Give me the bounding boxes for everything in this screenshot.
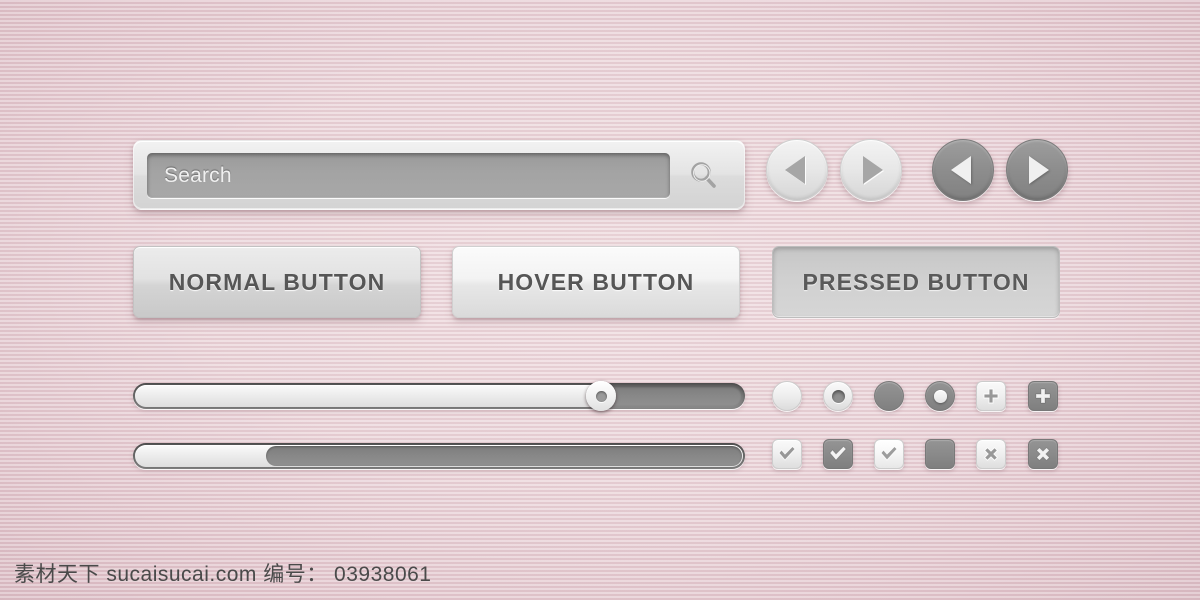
plus-square	[976, 381, 1006, 411]
radio-unchecked-light[interactable]	[772, 381, 802, 411]
nav-button-next-light[interactable]	[840, 139, 902, 201]
search-bar[interactable]: Search	[133, 140, 745, 210]
slider-with-knob[interactable]	[133, 381, 745, 411]
slider-remainder	[603, 386, 742, 406]
nav-button-prev-dark[interactable]	[932, 139, 994, 201]
radio-unchecked-dark[interactable]	[874, 381, 904, 411]
checkbox-checked-hover[interactable]	[874, 439, 904, 469]
cross-icon	[983, 446, 999, 462]
radio-circle	[874, 381, 904, 411]
plus-button-dark[interactable]	[1028, 381, 1058, 411]
slider-fill	[135, 385, 601, 407]
radio-dot-icon	[831, 389, 845, 403]
radio-circle	[772, 381, 802, 411]
check-icon	[778, 445, 796, 461]
radio-circle	[823, 381, 853, 411]
checkbox-square	[823, 439, 853, 469]
check-icon	[829, 445, 847, 461]
cross-icon	[1035, 446, 1051, 462]
triangle-right-icon	[1029, 156, 1049, 184]
search-icon-glyph	[691, 162, 716, 188]
ui-kit-canvas: Search NORMAL BUTTON HOVER BUTTON PRESSE…	[0, 0, 1200, 600]
radio-circle	[925, 381, 955, 411]
nav-button-next-dark[interactable]	[1006, 139, 1068, 201]
progress-fill	[266, 446, 742, 466]
hover-button[interactable]: HOVER BUTTON	[452, 246, 740, 318]
close-button-light[interactable]	[976, 439, 1006, 469]
radio-checked-light[interactable]	[823, 381, 853, 411]
pressed-button[interactable]: PRESSED BUTTON	[772, 246, 1060, 318]
triangle-right-icon	[863, 156, 883, 184]
search-icon[interactable]	[676, 151, 732, 201]
watermark: 素材天下 sucaisucai.com 编号： 03938061	[14, 563, 432, 586]
check-icon	[880, 445, 898, 461]
triangle-left-icon	[785, 156, 805, 184]
checkbox-square	[925, 439, 955, 469]
plus-button-light[interactable]	[976, 381, 1006, 411]
cross-square	[976, 439, 1006, 469]
search-placeholder: Search	[164, 163, 232, 187]
checkbox-square	[874, 439, 904, 469]
progress-bar[interactable]	[133, 443, 745, 469]
radio-checked-dark[interactable]	[925, 381, 955, 411]
checkbox-square	[772, 439, 802, 469]
plus-square	[1028, 381, 1058, 411]
checkbox-filled-dark[interactable]	[925, 439, 955, 469]
normal-button[interactable]: NORMAL BUTTON	[133, 246, 421, 318]
checkbox-checked-light[interactable]	[772, 439, 802, 469]
nav-button-prev-light[interactable]	[766, 139, 828, 201]
slider-knob[interactable]	[586, 381, 616, 411]
triangle-left-icon	[951, 156, 971, 184]
cross-square	[1028, 439, 1058, 469]
close-button-dark[interactable]	[1028, 439, 1058, 469]
checkbox-checked-dark[interactable]	[823, 439, 853, 469]
search-input[interactable]: Search	[147, 153, 670, 198]
slider-knob-hole	[595, 390, 607, 402]
radio-dot-icon	[933, 389, 947, 403]
plus-icon	[983, 388, 999, 404]
plus-icon	[1035, 388, 1051, 404]
